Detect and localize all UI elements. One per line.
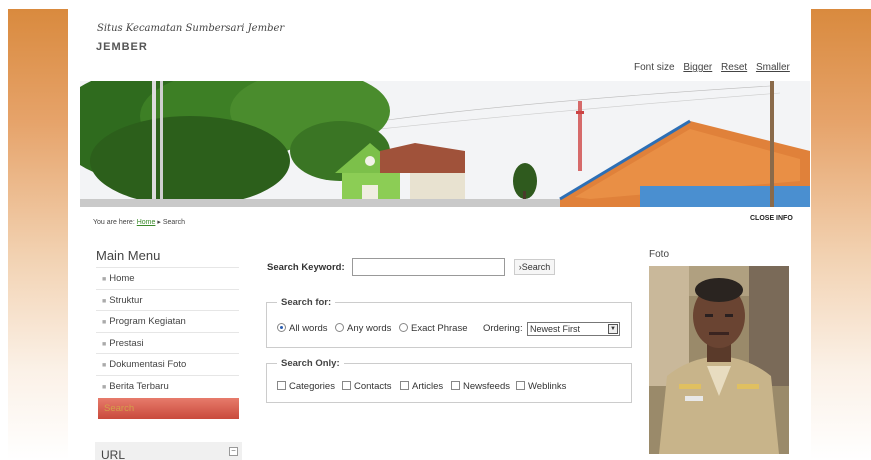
- foto-image: [649, 266, 789, 454]
- bullet-icon: ■: [102, 362, 107, 370]
- right-decorative-band: [811, 9, 871, 460]
- breadcrumb-prefix: You are here:: [93, 219, 135, 226]
- bullet-icon: ■: [102, 276, 107, 283]
- menu-item-label: Dokumentasi Foto: [109, 359, 187, 371]
- radio-label: Any words: [347, 323, 392, 334]
- menu-item-label: Berita Terbaru: [109, 380, 169, 392]
- bullet-icon: ■: [102, 383, 107, 391]
- checkbox-label: Articles: [412, 381, 444, 392]
- url-module: URL −: [95, 442, 242, 460]
- radio-exact-phrase[interactable]: Exact Phrase: [399, 323, 468, 334]
- search-for-legend: Search for:: [281, 297, 332, 308]
- menu-item-dokumentasi-foto[interactable]: ■ Dokumentasi Foto: [96, 353, 239, 375]
- checkbox-newsfeeds[interactable]: Newsfeeds: [451, 381, 510, 392]
- main-menu: ■ Home ■ Struktur ■ Program Kegiatan ■ Prest…: [96, 267, 239, 420]
- breadcrumb-current: Search: [162, 219, 186, 226]
- radio-label: All words: [289, 323, 328, 334]
- menu-item-prestasi[interactable]: ■ Prestasi: [96, 331, 239, 354]
- radio-icon: [399, 323, 408, 332]
- radio-all-words[interactable]: All words: [277, 323, 328, 334]
- radio-selected-icon: [277, 323, 286, 332]
- bullet-icon: ■: [102, 319, 107, 327]
- checkbox-label: Weblinks: [528, 381, 567, 392]
- url-module-title: URL: [101, 448, 126, 460]
- ordering-label: Ordering:: [483, 323, 523, 334]
- font-bigger-link[interactable]: Bigger: [683, 62, 712, 73]
- search-keyword-input[interactable]: [352, 258, 505, 276]
- checkbox-icon: [516, 381, 525, 390]
- menu-item-search[interactable]: Search: [98, 397, 239, 420]
- menu-item-home[interactable]: ■ Home: [96, 267, 239, 289]
- main-menu-title: Main Menu: [96, 248, 161, 263]
- left-decorative-band: [8, 9, 68, 460]
- font-smaller-link[interactable]: Smaller: [756, 62, 790, 73]
- site-title: Situs Kecamatan Sumbersari Jember: [97, 23, 285, 34]
- font-reset-link[interactable]: Reset: [721, 62, 747, 73]
- radio-icon: [335, 323, 344, 332]
- menu-item-label: Home: [109, 273, 135, 284]
- dropdown-arrow-icon: ▼: [608, 324, 618, 334]
- checkbox-icon: [400, 381, 409, 390]
- checkbox-categories[interactable]: Categories: [277, 381, 335, 392]
- search-keyword-label: Search Keyword:: [267, 262, 345, 273]
- menu-item-struktur[interactable]: ■ Struktur: [96, 288, 239, 311]
- checkbox-articles[interactable]: Articles: [400, 381, 443, 392]
- menu-item-label: Prestasi: [109, 337, 144, 349]
- checkbox-weblinks[interactable]: Weblinks: [516, 381, 566, 392]
- menu-item-label: Search: [104, 402, 135, 414]
- search-button[interactable]: ›Search: [514, 259, 555, 275]
- foto-title: Foto: [649, 249, 670, 260]
- checkbox-icon: [342, 381, 351, 390]
- checkbox-label: Contacts: [354, 381, 392, 392]
- checkbox-icon: [451, 381, 460, 390]
- bullet-icon: ■: [102, 340, 107, 348]
- font-size-controls: Font size Bigger Reset Smaller: [634, 62, 790, 73]
- menu-item-program-kegiatan[interactable]: ■ Program Kegiatan: [96, 310, 239, 332]
- breadcrumb-home-link[interactable]: Home: [137, 219, 156, 226]
- menu-item-label: Struktur: [109, 294, 143, 306]
- breadcrumb-separator-icon: ▸: [157, 219, 161, 226]
- checkbox-contacts[interactable]: Contacts: [342, 381, 392, 392]
- close-info-button[interactable]: CLOSE INFO: [750, 215, 793, 222]
- menu-item-label: Program Kegiatan: [109, 316, 186, 328]
- bullet-icon: ■: [102, 297, 107, 305]
- checkbox-icon: [277, 381, 286, 390]
- header-banner-image: [80, 81, 810, 207]
- font-size-label: Font size: [634, 62, 675, 73]
- radio-any-words[interactable]: Any words: [335, 323, 391, 334]
- checkbox-label: Categories: [289, 381, 335, 392]
- search-only-legend: Search Only:: [281, 358, 340, 369]
- site-subtitle: JEMBER: [96, 41, 148, 53]
- menu-item-berita-terbaru[interactable]: ■ Berita Terbaru: [96, 374, 239, 397]
- page-wrapper: Situs Kecamatan Sumbersari Jember JEMBER…: [80, 9, 810, 460]
- breadcrumb: You are here: Home ▸ Search: [93, 218, 185, 226]
- ordering-value: Newest First: [530, 324, 581, 334]
- collapse-icon[interactable]: −: [229, 447, 238, 456]
- checkbox-label: Newsfeeds: [463, 381, 510, 392]
- radio-label: Exact Phrase: [411, 323, 468, 334]
- ordering-select[interactable]: Newest First ▼: [527, 322, 620, 336]
